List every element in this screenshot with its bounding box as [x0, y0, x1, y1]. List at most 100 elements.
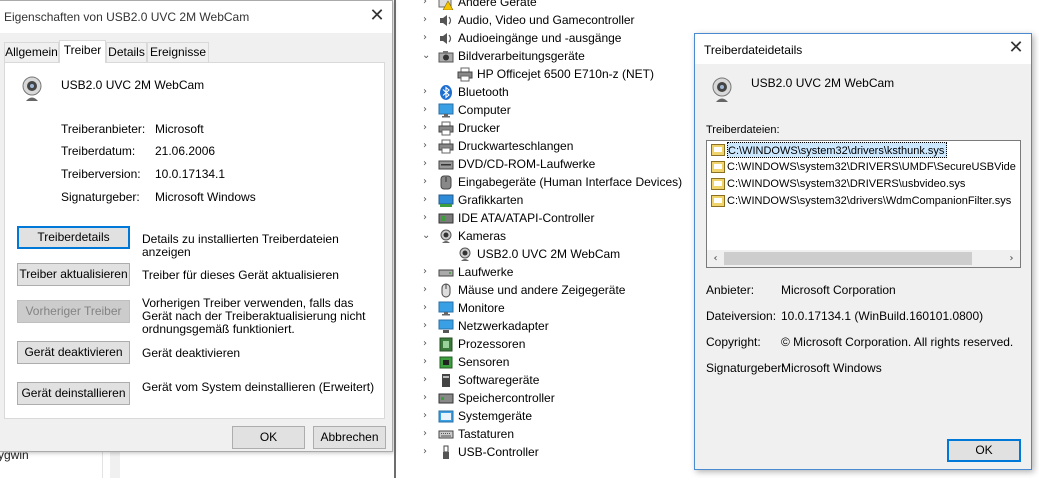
webcam-icon: [22, 76, 42, 101]
list-item[interactable]: C:\WINDOWS\system32\drivers\ksthunk.sys: [709, 142, 1020, 158]
driver-file-icon: [711, 161, 725, 173]
file-path: C:\WINDOWS\system32\DRIVERS\usbvideo.sys: [727, 178, 966, 190]
chevron-down-icon[interactable]: ⌄: [422, 50, 432, 61]
tree-item-label: Andere Geräte: [458, 0, 537, 9]
chevron-right-icon[interactable]: ›: [423, 284, 433, 295]
cpu-icon: [439, 337, 453, 352]
chevron-right-icon[interactable]: ›: [423, 194, 433, 205]
update-driver-button[interactable]: Treiber aktualisieren: [17, 263, 130, 286]
chevron-right-icon[interactable]: ›: [423, 32, 433, 43]
chevron-right-icon[interactable]: ›: [423, 392, 433, 403]
chevron-right-icon[interactable]: ›: [423, 302, 433, 313]
drive-icon: [438, 269, 454, 277]
monitor-icon: [438, 103, 454, 118]
list-item[interactable]: C:\WINDOWS\system32\drivers\WdmCompanion…: [709, 193, 1020, 209]
webcam-icon: [459, 247, 471, 261]
disable-device-desc: Gerät deaktivieren: [142, 346, 241, 360]
chevron-right-icon[interactable]: ›: [423, 212, 433, 223]
tree-item-label: Mäuse und andere Zeigegeräte: [458, 283, 626, 297]
chevron-right-icon[interactable]: ›: [423, 446, 433, 457]
chevron-right-icon[interactable]: ›: [423, 86, 433, 97]
chevron-right-icon[interactable]: ›: [423, 428, 433, 439]
tree-item-label: Bluetooth: [458, 85, 509, 99]
monitor-icon: [438, 301, 454, 316]
chevron-right-icon[interactable]: ›: [423, 338, 433, 349]
tree-item-label: Computer: [458, 103, 511, 117]
driver-files-list[interactable]: C:\WINDOWS\system32\drivers\ksthunk.sys …: [706, 140, 1021, 268]
tree-item-label: Grafikkarten: [458, 193, 524, 207]
uninstall-device-desc: Gerät vom System deinstallieren (Erweite…: [142, 380, 375, 394]
ok-button[interactable]: OK: [232, 426, 305, 449]
driver-date-value: 21.06.2006: [155, 144, 216, 158]
tree-item-label: Audioeingänge und -ausgänge: [458, 31, 622, 45]
tab-ereignisse[interactable]: Ereignisse: [147, 42, 209, 62]
chevron-right-icon[interactable]: ›: [423, 104, 433, 115]
driver-provider-value: Microsoft: [155, 122, 204, 136]
chevron-down-icon[interactable]: ⌄: [422, 230, 432, 241]
chevron-right-icon[interactable]: ›: [423, 158, 433, 169]
driver-date-label: Treiberdatum:: [61, 144, 136, 158]
tree-item-label: Monitore: [458, 301, 505, 315]
details-titlebar: Treiberdateidetails ✕: [695, 34, 1031, 64]
disable-device-button[interactable]: Gerät deaktivieren: [17, 341, 130, 364]
file-version-value: 10.0.17134.1 (WinBuild.160101.0800): [781, 309, 984, 323]
controller-icon: [438, 213, 454, 224]
chevron-right-icon[interactable]: ›: [423, 320, 433, 331]
list-item[interactable]: C:\WINDOWS\system32\DRIVERS\UMDF\SecureU…: [709, 159, 1020, 175]
tree-item-label: Eingabegeräte (Human Interface Devices): [458, 175, 683, 189]
file-path: C:\WINDOWS\system32\DRIVERS\UMDF\SecureU…: [727, 161, 1016, 173]
chevron-right-icon[interactable]: ›: [423, 0, 433, 7]
provider-label: Anbieter:: [706, 283, 755, 297]
chevron-right-icon[interactable]: ›: [423, 374, 433, 385]
scrollbar-thumb[interactable]: [724, 252, 972, 265]
uninstall-device-button[interactable]: Gerät deinstallieren: [17, 382, 130, 405]
tree-item-label: HP Officejet 6500 E710n-z (NET): [477, 67, 654, 81]
tab-details[interactable]: Details: [106, 42, 147, 62]
rollback-driver-desc: Vorherigen Treiber verwenden, falls das …: [142, 296, 366, 336]
chevron-right-icon[interactable]: ›: [423, 410, 433, 421]
usb-icon: [443, 445, 449, 459]
rollback-driver-button[interactable]: Vorheriger Treiber: [17, 300, 130, 323]
list-item[interactable]: C:\WINDOWS\system32\DRIVERS\usbvideo.sys: [709, 176, 1020, 192]
driver-details-button[interactable]: Treiberdetails: [17, 226, 130, 249]
printer-icon: [438, 121, 454, 136]
display-adapter-icon: [438, 194, 454, 207]
file-path: C:\WINDOWS\system32\drivers\WdmCompanion…: [727, 195, 1012, 207]
printer-icon: [438, 139, 454, 154]
horizontal-scrollbar[interactable]: ‹ ›: [707, 250, 1020, 267]
ok-button[interactable]: OK: [947, 439, 1021, 462]
tree-item-label: Softwaregeräte: [458, 373, 540, 387]
chevron-right-icon[interactable]: ›: [423, 266, 433, 277]
tab-treiber[interactable]: Treiber: [59, 40, 106, 63]
bluetooth-icon: [440, 85, 452, 100]
close-icon[interactable]: ✕: [1001, 34, 1031, 64]
close-icon[interactable]: ✕: [362, 2, 392, 32]
signer-value: Microsoft Windows: [781, 361, 882, 375]
driver-tab-panel: USB2.0 UVC 2M WebCam Treiberanbieter: Mi…: [4, 62, 385, 419]
tree-item-label: Netzwerkadapter: [458, 319, 549, 333]
keyboard-icon: [438, 430, 454, 439]
chevron-right-icon[interactable]: ›: [423, 14, 433, 25]
tab-allgemein[interactable]: Allgemein: [4, 42, 59, 62]
chevron-right-icon[interactable]: ›: [423, 122, 433, 133]
mouse-icon: [441, 283, 451, 298]
chevron-right-icon[interactable]: ›: [423, 176, 433, 187]
driver-file-details-dialog: Treiberdateidetails ✕ USB2.0 UVC 2M WebC…: [694, 33, 1032, 470]
webcam-icon: [712, 77, 732, 102]
chevron-right-icon[interactable]: ›: [423, 140, 433, 151]
camera-imaging-icon: [438, 51, 454, 63]
driver-provider-label: Treiberanbieter:: [61, 122, 146, 136]
update-driver-desc: Treiber für dieses Gerät aktualisieren: [142, 268, 339, 282]
cancel-button[interactable]: Abbrechen: [313, 426, 386, 449]
scroll-left-icon[interactable]: ‹: [707, 250, 724, 267]
driver-file-icon: [711, 178, 725, 190]
signer-label: Signaturgeber:: [61, 190, 140, 204]
speaker-icon: [440, 33, 452, 44]
printer-icon: [457, 67, 473, 82]
sensor-icon: [439, 356, 453, 369]
tree-item-label: Audio, Video und Gamecontroller: [458, 13, 635, 27]
signer-label: Signaturgeber:: [706, 361, 785, 375]
scroll-right-icon[interactable]: ›: [1003, 250, 1020, 267]
warning-device-icon: [438, 0, 454, 10]
chevron-right-icon[interactable]: ›: [423, 356, 433, 367]
